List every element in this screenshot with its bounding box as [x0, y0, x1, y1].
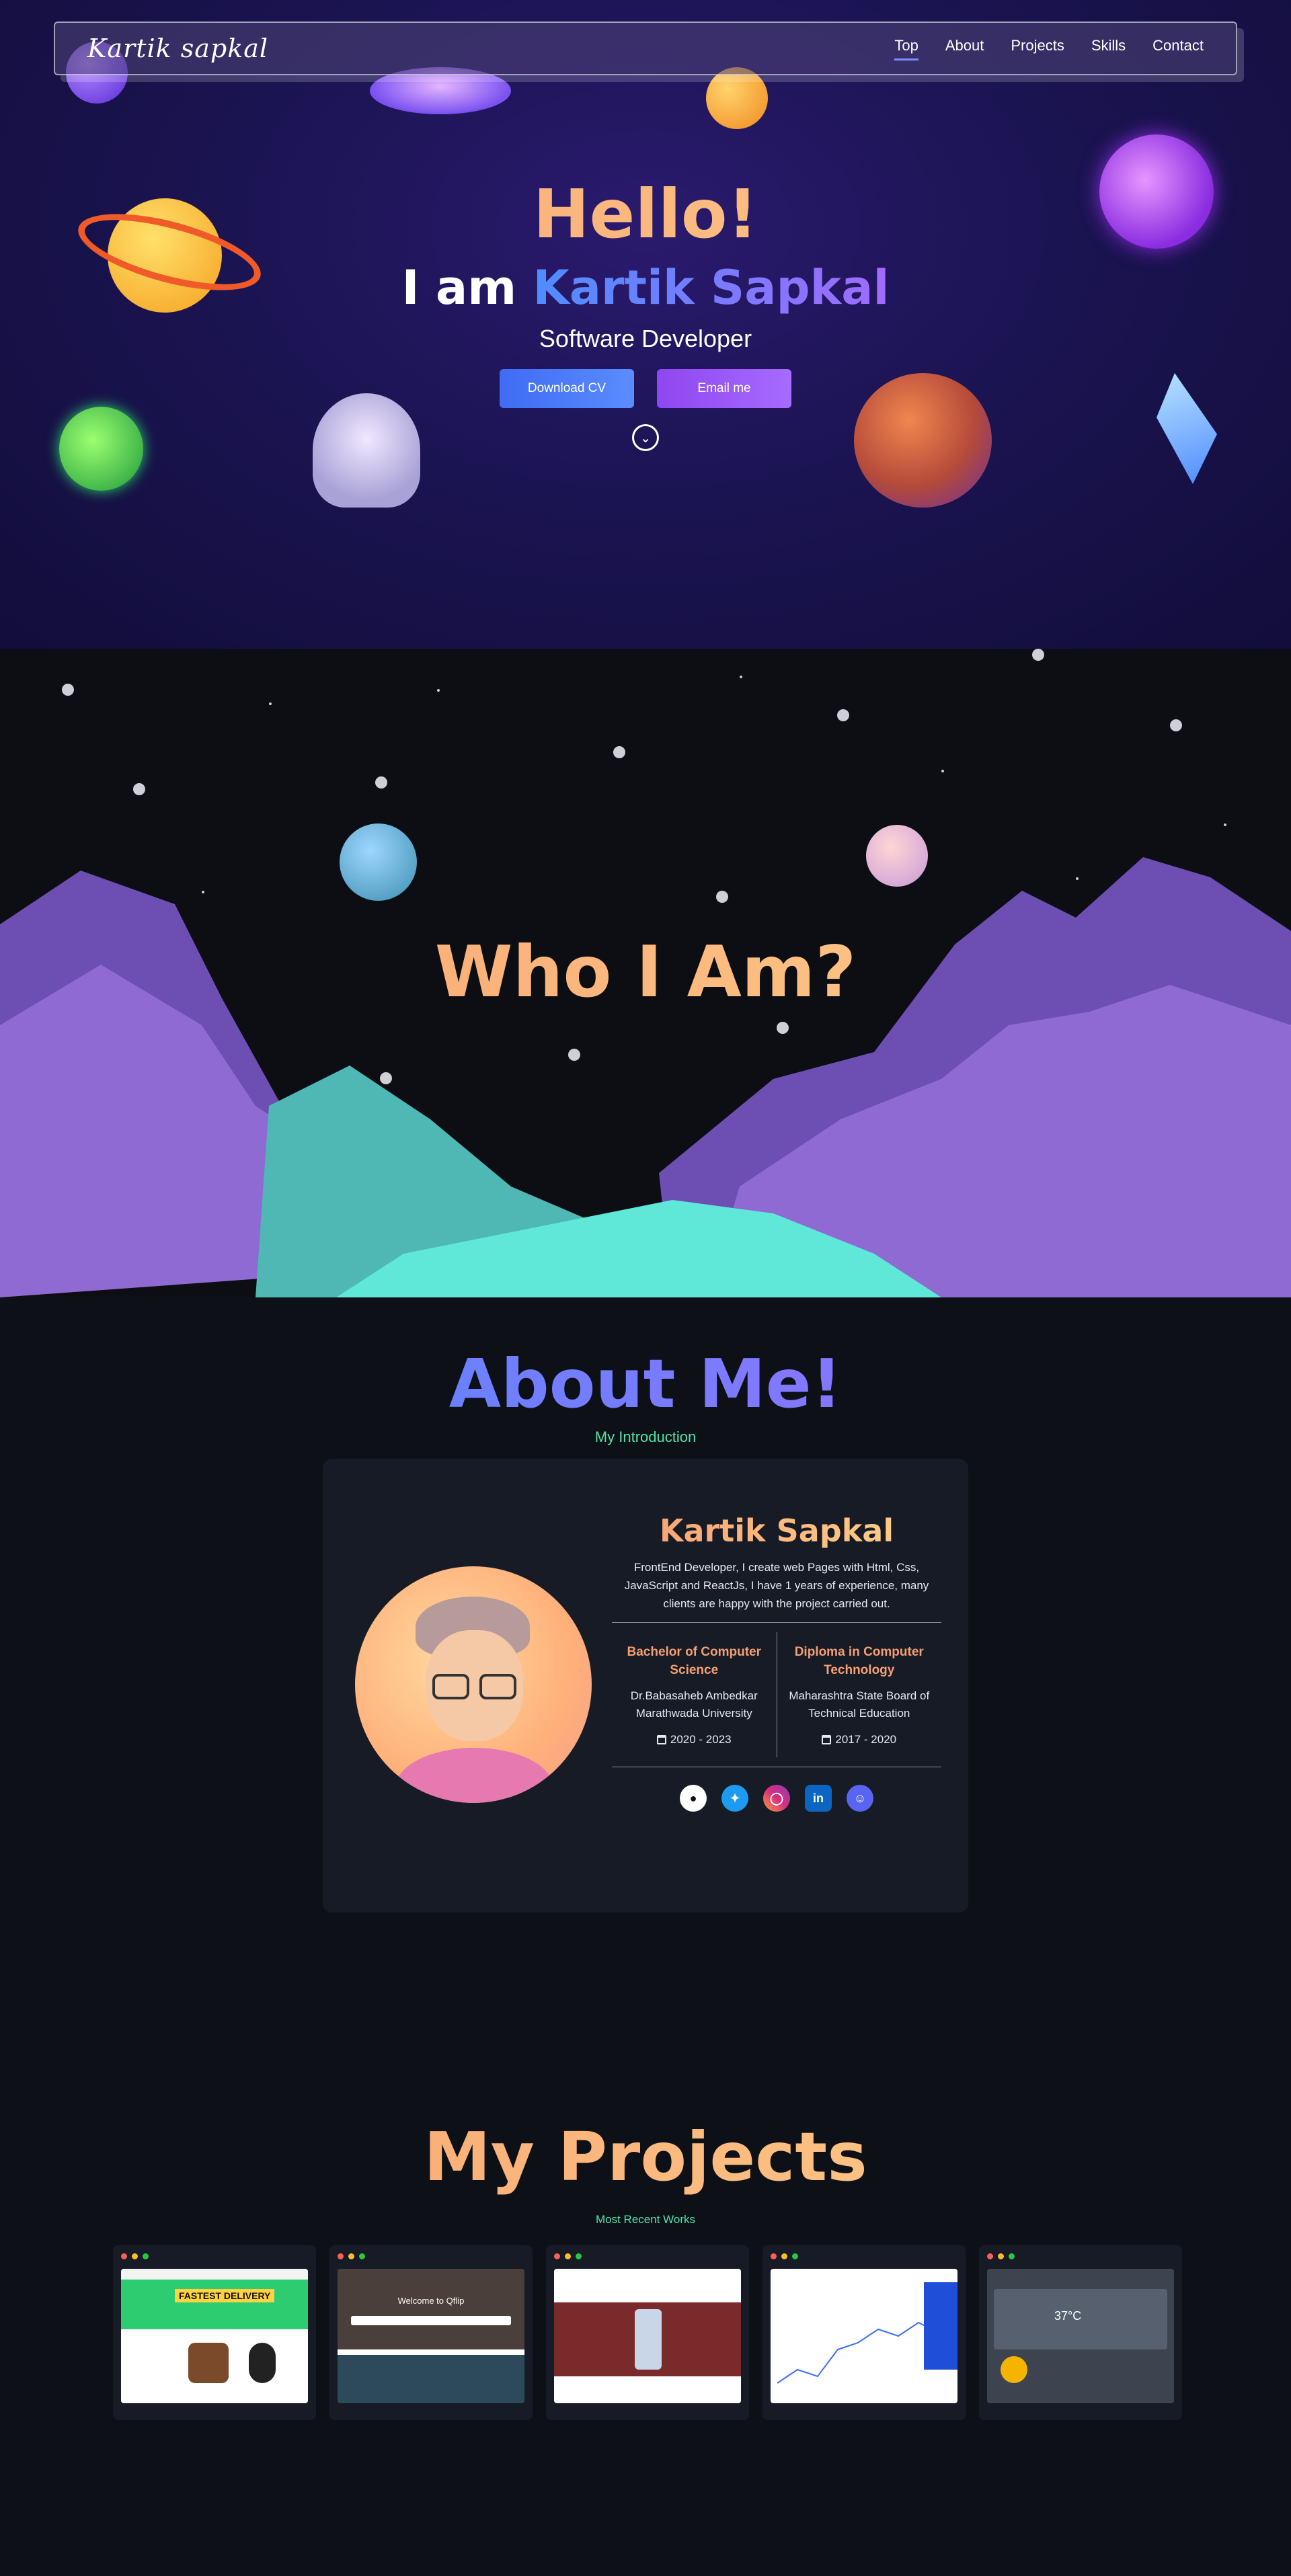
- project-overlay: 37°C: [1054, 2309, 1082, 2323]
- nav-link-skills[interactable]: Skills: [1091, 37, 1126, 61]
- education-item: Bachelor of Computer Science Dr.Babasahe…: [612, 1632, 777, 1757]
- about-section: About Me! My Introduction Kartik Sapkal …: [0, 1297, 1291, 1970]
- project-screenshot: [554, 2269, 741, 2403]
- education-years: 2017 - 2020: [835, 1733, 897, 1746]
- instagram-icon[interactable]: ◯: [763, 1785, 790, 1812]
- project-screenshot: FASTEST DELIVERY: [121, 2269, 308, 2403]
- nav-link-top[interactable]: Top: [894, 37, 918, 61]
- calendar-icon: [822, 1735, 832, 1744]
- about-card: Kartik Sapkal FrontEnd Developer, I crea…: [323, 1459, 968, 1913]
- education-date: 2020 - 2023: [619, 1733, 770, 1746]
- nav-links: Top About Projects Skills Contact: [894, 37, 1204, 61]
- project-card[interactable]: FASTEST DELIVERY: [113, 2245, 316, 2420]
- project-overlay: FASTEST DELIVERY: [175, 2289, 275, 2302]
- project-screenshot: [771, 2269, 957, 2403]
- hero-name: Kartik Sapkal: [533, 260, 890, 315]
- navbar: Kartik sapkal Top About Projects Skills …: [54, 22, 1237, 75]
- projects-subtitle: Most Recent Works: [595, 2213, 695, 2226]
- project-screenshot: 37°C: [987, 2269, 1174, 2403]
- hero-iam: I am: [401, 260, 533, 315]
- nav-link-projects[interactable]: Projects: [1011, 37, 1064, 61]
- projects-title: My Projects: [0, 2118, 1291, 2196]
- project-card[interactable]: Welcome to Qflip: [329, 2245, 533, 2420]
- project-overlay: Welcome to Qflip: [397, 2296, 465, 2306]
- project-card[interactable]: [546, 2245, 749, 2420]
- calendar-icon: [656, 1735, 666, 1744]
- hero-intro: I am Kartik Sapkal: [0, 260, 1291, 315]
- education-title: Diploma in Computer Technology: [794, 1645, 924, 1677]
- nav-link-about[interactable]: About: [945, 37, 984, 61]
- logo[interactable]: Kartik sapkal: [87, 34, 268, 63]
- window-dots: [771, 2253, 957, 2259]
- project-card[interactable]: [762, 2245, 966, 2420]
- education-list: Bachelor of Computer Science Dr.Babasahe…: [612, 1632, 941, 1757]
- education-item: Diploma in Computer Technology Maharasht…: [776, 1632, 942, 1757]
- download-cv-button[interactable]: Download CV: [500, 369, 634, 408]
- window-dots: [554, 2253, 741, 2259]
- who-section: Who I Am?: [0, 649, 1291, 1297]
- education-date: 2017 - 2020: [784, 1733, 935, 1746]
- about-subtitle: My Introduction: [594, 1428, 697, 1445]
- window-dots: [338, 2253, 524, 2259]
- about-title: About Me!: [0, 1344, 1291, 1423]
- project-card[interactable]: 37°C: [979, 2245, 1182, 2420]
- hero-content: Hello! I am Kartik Sapkal Software Devel…: [0, 175, 1291, 451]
- hero-section: Hello! I am Kartik Sapkal Software Devel…: [0, 0, 1291, 649]
- discord-icon[interactable]: ☺: [847, 1785, 873, 1812]
- linkedin-icon[interactable]: in: [805, 1785, 832, 1812]
- github-icon[interactable]: ●: [680, 1785, 707, 1812]
- divider: [612, 1622, 941, 1623]
- education-years: 2020 - 2023: [670, 1733, 732, 1746]
- window-dots: [987, 2253, 1174, 2259]
- projects-section: My Projects Most Recent Works FASTEST DE…: [0, 1970, 1291, 2576]
- hero-hello: Hello!: [0, 175, 1291, 253]
- projects-list: FASTEST DELIVERY Welcome to Qflip 37°C: [113, 2245, 1182, 2420]
- who-title: Who I Am?: [0, 931, 1291, 1013]
- social-links: ● ✦ ◯ in ☺: [612, 1785, 941, 1812]
- hero-buttons: Download CV Email me: [0, 369, 1291, 408]
- education-institution: Maharashtra State Board of Technical Edu…: [789, 1689, 930, 1720]
- planet-orange-icon: [706, 67, 768, 129]
- education-title: Bachelor of Computer Science: [627, 1645, 762, 1677]
- window-dots: [121, 2253, 308, 2259]
- project-screenshot: Welcome to Qflip: [338, 2269, 524, 2403]
- education-institution: Dr.Babasaheb Ambedkar Marathwada Univers…: [630, 1689, 758, 1720]
- about-details: Kartik Sapkal FrontEnd Developer, I crea…: [612, 1513, 941, 1812]
- email-me-button[interactable]: Email me: [657, 369, 791, 408]
- avatar: [355, 1566, 592, 1803]
- scroll-down-icon[interactable]: ⌄: [632, 424, 659, 451]
- twitter-icon[interactable]: ✦: [721, 1785, 748, 1812]
- nav-link-contact[interactable]: Contact: [1152, 37, 1204, 61]
- hero-role: Software Developer: [539, 325, 752, 352]
- about-description: FrontEnd Developer, I create web Pages w…: [624, 1561, 929, 1610]
- about-name: Kartik Sapkal: [612, 1513, 941, 1549]
